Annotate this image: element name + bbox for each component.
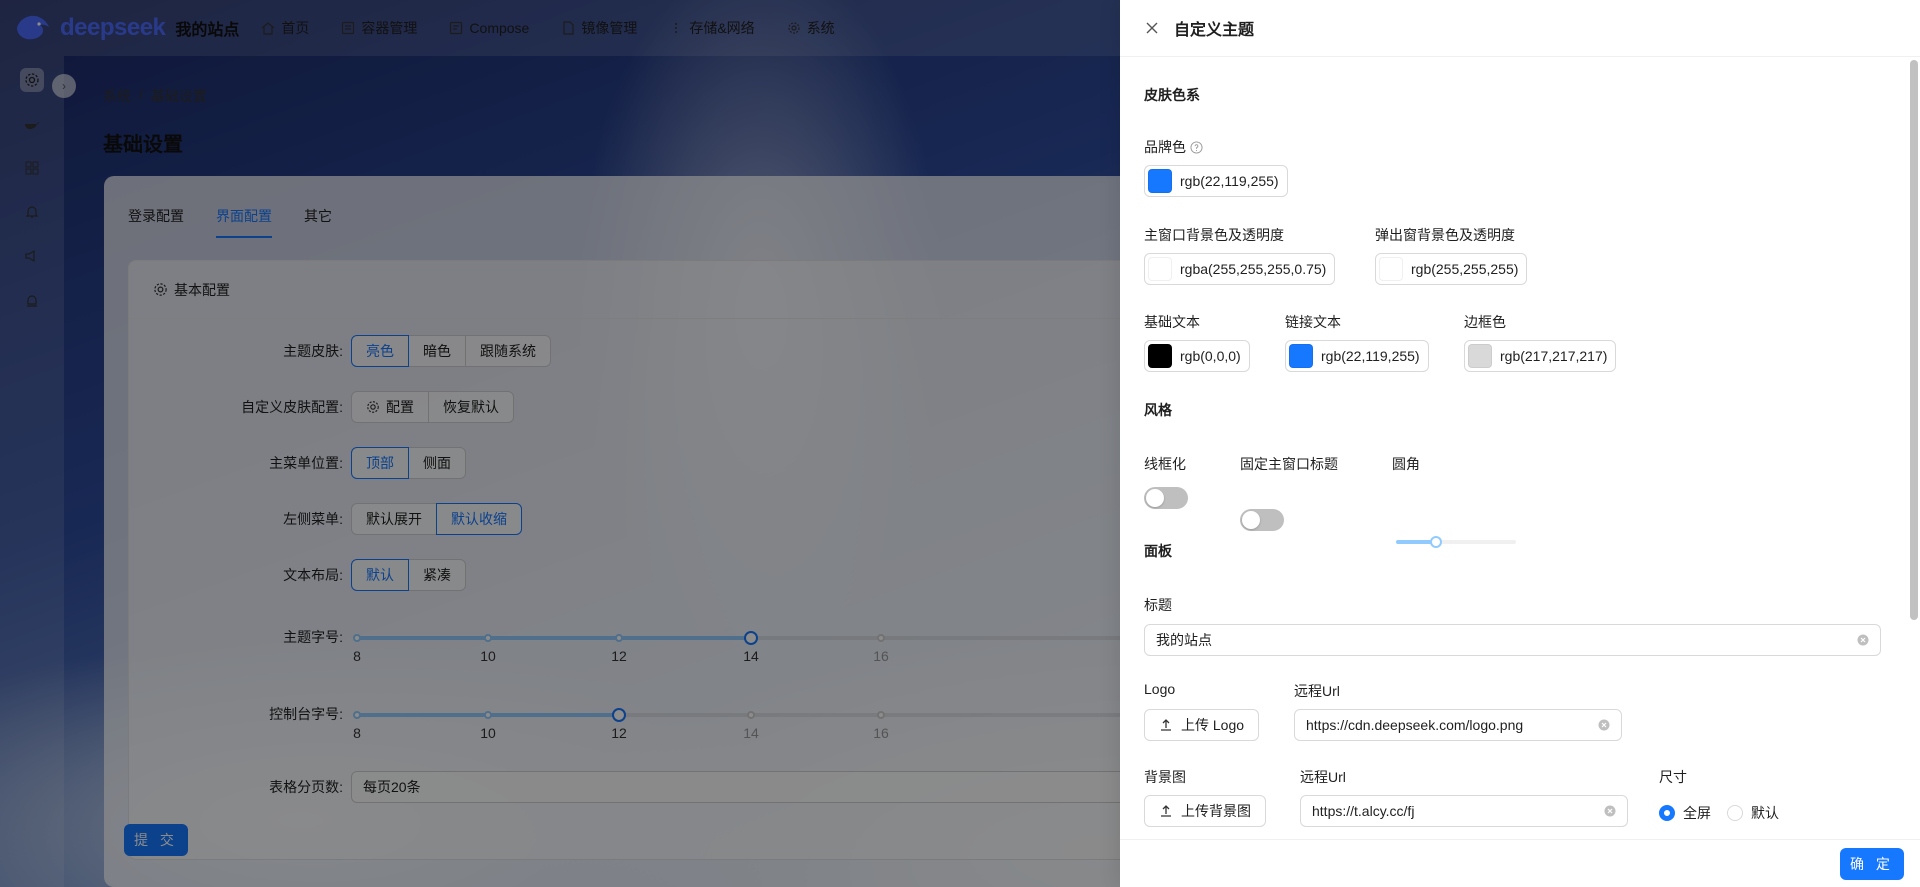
- clear-icon[interactable]: [1857, 634, 1869, 646]
- logo-remote-url-input[interactable]: https://cdn.deepseek.com/logo.png: [1294, 709, 1622, 741]
- radio-dot: [1659, 805, 1675, 821]
- color-value: rgba(255,255,255,0.75): [1180, 261, 1327, 277]
- color-swatch: [1148, 169, 1172, 193]
- fixed-title-switch[interactable]: [1240, 509, 1284, 531]
- panel-title-input[interactable]: 我的站点: [1144, 624, 1881, 656]
- brand-color-picker[interactable]: rgb(22,119,255): [1144, 165, 1288, 197]
- drawer-header: 自定义主题: [1120, 0, 1920, 57]
- color-value: rgb(22,119,255): [1180, 173, 1279, 189]
- radius-label: 圆角: [1392, 456, 1420, 472]
- radio-label: 全屏: [1683, 805, 1711, 821]
- background-remote-url-input[interactable]: https://t.alcy.cc/fj: [1300, 795, 1628, 827]
- custom-theme-drawer: 自定义主题 皮肤色系 品牌色 rgb(22,119,255) 主窗口背景色及透明…: [1120, 0, 1920, 887]
- main-bg-color-picker[interactable]: rgba(255,255,255,0.75): [1144, 253, 1336, 285]
- border-color-label: 边框色: [1464, 314, 1506, 330]
- drawer-scrollbar[interactable]: [1910, 60, 1918, 620]
- upload-icon: [1161, 805, 1171, 817]
- base-text-color-picker[interactable]: rgb(0,0,0): [1144, 340, 1250, 372]
- drawer-body: 皮肤色系 品牌色 rgb(22,119,255) 主窗口背景色及透明度 rgba…: [1120, 57, 1908, 839]
- color-value: rgb(22,119,255): [1321, 348, 1420, 364]
- color-swatch: [1148, 257, 1172, 281]
- fixed-title-label: 固定主窗口标题: [1240, 456, 1338, 472]
- upload-logo-label: 上传 Logo: [1181, 717, 1245, 733]
- upload-background-label: 上传背景图: [1181, 803, 1251, 819]
- panel-title-label: 标题: [1144, 597, 1172, 613]
- background-size-label: 尺寸: [1659, 769, 1687, 785]
- brand-color-label-text: 品牌色: [1144, 139, 1186, 155]
- clear-icon[interactable]: [1604, 805, 1616, 817]
- color-value: rgb(255,255,255): [1411, 261, 1519, 277]
- background-remote-url-value: https://t.alcy.cc/fj: [1312, 803, 1415, 819]
- drawer-footer: 确 定: [1120, 839, 1920, 887]
- color-swatch: [1468, 344, 1492, 368]
- color-value: rgb(217,217,217): [1500, 348, 1608, 364]
- size-fullscreen-radio[interactable]: 全屏: [1659, 803, 1711, 823]
- skin-colors-section-title: 皮肤色系: [1144, 87, 1200, 103]
- radio-label: 默认: [1751, 805, 1779, 821]
- drawer-title: 自定义主题: [1174, 22, 1255, 39]
- upload-icon: [1161, 719, 1171, 731]
- logo-label: Logo: [1144, 681, 1176, 697]
- radius-slider[interactable]: [1396, 536, 1516, 548]
- wireframe-switch[interactable]: [1144, 487, 1188, 509]
- style-section-title: 风格: [1144, 402, 1172, 418]
- border-color-picker[interactable]: rgb(217,217,217): [1464, 340, 1617, 372]
- color-value: rgb(0,0,0): [1180, 348, 1241, 364]
- wireframe-label: 线框化: [1144, 456, 1186, 472]
- help-icon[interactable]: [1190, 140, 1203, 154]
- panel-section-title: 面板: [1144, 543, 1172, 559]
- upload-logo-button[interactable]: 上传 Logo: [1144, 709, 1260, 741]
- link-text-color-picker[interactable]: rgb(22,119,255): [1285, 340, 1429, 372]
- background-remote-url-label: 远程Url: [1300, 769, 1346, 785]
- radio-dot: [1727, 805, 1743, 821]
- color-swatch: [1148, 344, 1172, 368]
- base-text-color-label: 基础文本: [1144, 314, 1200, 330]
- popup-bg-color-picker[interactable]: rgb(255,255,255): [1375, 253, 1528, 285]
- background-label: 背景图: [1144, 769, 1186, 785]
- upload-background-button[interactable]: 上传背景图: [1144, 795, 1266, 827]
- confirm-button[interactable]: 确 定: [1840, 848, 1904, 880]
- clear-icon[interactable]: [1598, 719, 1610, 731]
- brand-color-label: 品牌色: [1144, 137, 1203, 157]
- logo-remote-url-label: 远程Url: [1294, 683, 1340, 699]
- size-default-radio[interactable]: 默认: [1727, 803, 1779, 823]
- color-swatch: [1379, 257, 1403, 281]
- color-swatch: [1289, 344, 1313, 368]
- slider-handle[interactable]: [1429, 536, 1442, 548]
- link-text-color-label: 链接文本: [1285, 314, 1341, 330]
- panel-title-value: 我的站点: [1156, 632, 1212, 648]
- logo-remote-url-value: https://cdn.deepseek.com/logo.png: [1306, 717, 1524, 733]
- main-bg-color-label: 主窗口背景色及透明度: [1144, 227, 1284, 243]
- close-icon[interactable]: [1144, 20, 1160, 36]
- popup-bg-color-label: 弹出窗背景色及透明度: [1375, 227, 1515, 243]
